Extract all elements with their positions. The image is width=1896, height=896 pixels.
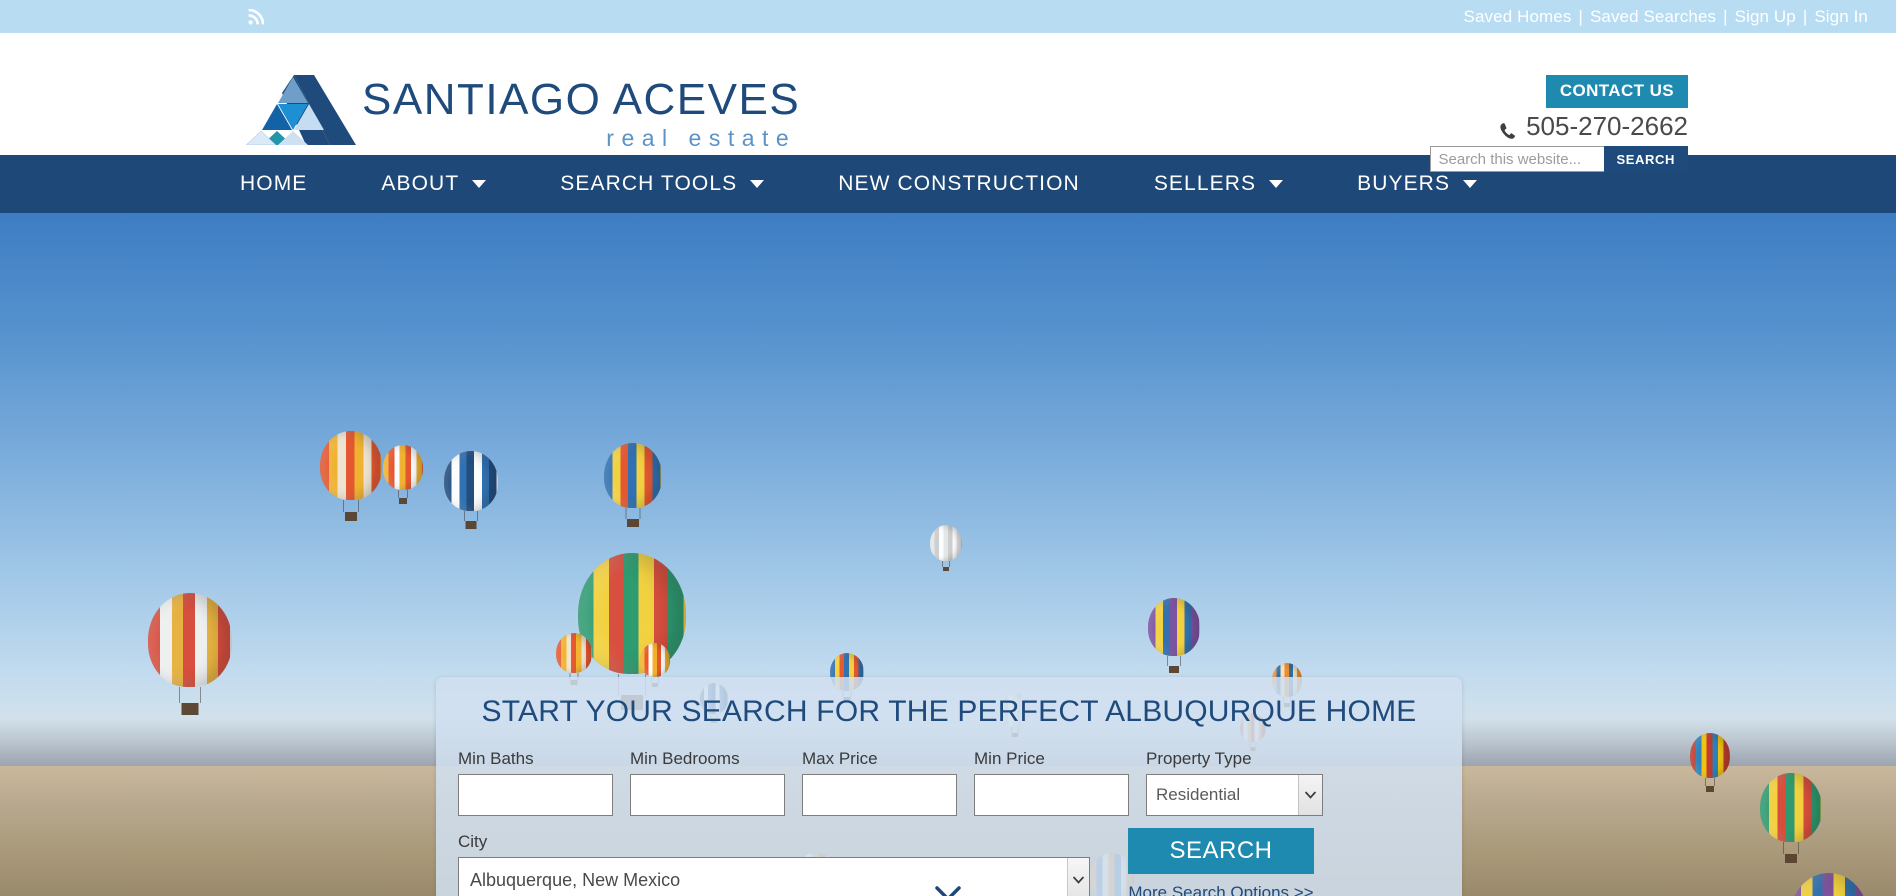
link-saved-searches[interactable]: Saved Searches	[1590, 7, 1716, 27]
field-min-bedrooms: Min Bedrooms	[630, 749, 785, 816]
header-right-cluster: CONTACT US 505-270-2662 SEARCH	[1429, 33, 1868, 172]
logo-text: SANTIAGO ACEVES real estate	[362, 75, 800, 151]
city-select[interactable]: Albuquerque, New Mexico	[458, 857, 1090, 896]
site-logo[interactable]: SANTIAGO ACEVES real estate	[234, 73, 800, 151]
phone-number-text: 505-270-2662	[1526, 111, 1688, 141]
chevron-down-icon	[472, 180, 487, 188]
nav-label-sellers: SELLERS	[1153, 172, 1257, 195]
rss-icon[interactable]	[248, 8, 265, 25]
link-separator-1: |	[1578, 6, 1583, 26]
phone-number[interactable]: 505-270-2662	[1499, 111, 1688, 142]
link-sign-in[interactable]: Sign In	[1814, 7, 1868, 27]
triangle-a-logo-icon	[234, 73, 356, 146]
nav-item-new-construction[interactable]: NEW CONSTRUCTION	[838, 172, 1080, 196]
chevron-down-icon	[1463, 180, 1478, 188]
field-min-price: Min Price	[974, 749, 1129, 816]
property-type-select[interactable]: Residential	[1146, 774, 1323, 816]
hot-air-balloon	[1690, 733, 1730, 792]
label-city: City	[458, 832, 488, 851]
hot-air-balloon	[930, 525, 962, 571]
field-max-price: Max Price	[802, 749, 957, 816]
logo-name: SANTIAGO ACEVES	[362, 75, 801, 124]
label-min-price: Min Price	[974, 749, 1045, 768]
property-search-button[interactable]: SEARCH	[1128, 828, 1314, 874]
hero-banner: START YOUR SEARCH FOR THE PERFECT ALBUQU…	[0, 213, 1896, 896]
label-min-bedrooms: Min Bedrooms	[630, 749, 740, 768]
link-separator-3: |	[1802, 6, 1808, 26]
field-city: City Albuquerque, New Mexico	[458, 832, 1090, 896]
hot-air-balloon	[444, 451, 498, 529]
nav-item-buyers[interactable]: BUYERS	[1357, 172, 1478, 196]
min-price-input[interactable]	[974, 774, 1129, 816]
nav-item-home[interactable]: HOME	[240, 172, 307, 196]
link-saved-homes[interactable]: Saved Homes	[1464, 7, 1572, 27]
chevron-down-icon	[935, 886, 961, 896]
nav-label-about: ABOUT	[381, 172, 460, 195]
utility-links: Saved Homes | Saved Searches | Sign Up |…	[1464, 0, 1868, 33]
hot-air-balloon	[640, 643, 670, 687]
nav-item-about[interactable]: ABOUT	[381, 172, 487, 196]
header-search-input[interactable]	[1429, 146, 1604, 172]
chevron-down-icon	[750, 180, 765, 188]
nav-label-new-construction: NEW CONSTRUCTION	[838, 172, 1080, 195]
utility-bar: Saved Homes | Saved Searches | Sign Up |…	[0, 0, 1896, 33]
label-min-baths: Min Baths	[458, 749, 534, 768]
hot-air-balloon	[1148, 598, 1200, 673]
chevron-down-icon	[1269, 180, 1284, 188]
phone-icon	[1499, 117, 1518, 139]
header-search-button[interactable]: SEARCH	[1603, 146, 1688, 172]
search-panel-title: START YOUR SEARCH FOR THE PERFECT ALBUQU…	[481, 695, 1417, 728]
min-bedrooms-input[interactable]	[630, 774, 785, 816]
hot-air-balloon	[1760, 773, 1822, 863]
city-select-wrap: Albuquerque, New Mexico	[458, 857, 1090, 896]
hot-air-balloon	[1790, 873, 1868, 896]
field-property-type: Property Type Residential	[1146, 749, 1323, 816]
min-baths-input[interactable]	[458, 774, 613, 816]
hot-air-balloon	[320, 431, 382, 521]
nav-label-home: HOME	[240, 172, 308, 195]
header-search-form: SEARCH	[1429, 146, 1688, 172]
site-header: SANTIAGO ACEVES real estate CONTACT US 5…	[0, 33, 1896, 172]
hot-air-balloon	[556, 633, 592, 685]
contact-us-button[interactable]: CONTACT US	[1545, 75, 1688, 108]
search-field-row-primary: Min Baths Min Bedrooms Max Price Min Pri…	[458, 749, 1440, 816]
hot-air-balloon	[383, 445, 423, 504]
label-max-price: Max Price	[802, 749, 878, 768]
max-price-input[interactable]	[802, 774, 957, 816]
link-sign-up[interactable]: Sign Up	[1735, 7, 1796, 27]
label-property-type: Property Type	[1146, 749, 1252, 768]
link-separator-2: |	[1723, 6, 1728, 26]
more-search-options-link[interactable]: More Search Options >>	[1128, 883, 1314, 896]
search-action-column: SEARCH More Search Options >>	[1128, 828, 1314, 896]
hot-air-balloon	[148, 593, 232, 715]
logo-tagline: real estate	[606, 125, 797, 151]
nav-item-search-tools[interactable]: SEARCH TOOLS	[560, 172, 765, 196]
hot-air-balloon	[604, 443, 662, 527]
field-min-baths: Min Baths	[458, 749, 613, 816]
nav-item-sellers[interactable]: SELLERS	[1153, 172, 1284, 196]
nav-label-buyers: BUYERS	[1357, 172, 1451, 195]
property-type-select-wrap: Residential	[1146, 774, 1323, 816]
nav-label-search-tools: SEARCH TOOLS	[560, 172, 738, 195]
